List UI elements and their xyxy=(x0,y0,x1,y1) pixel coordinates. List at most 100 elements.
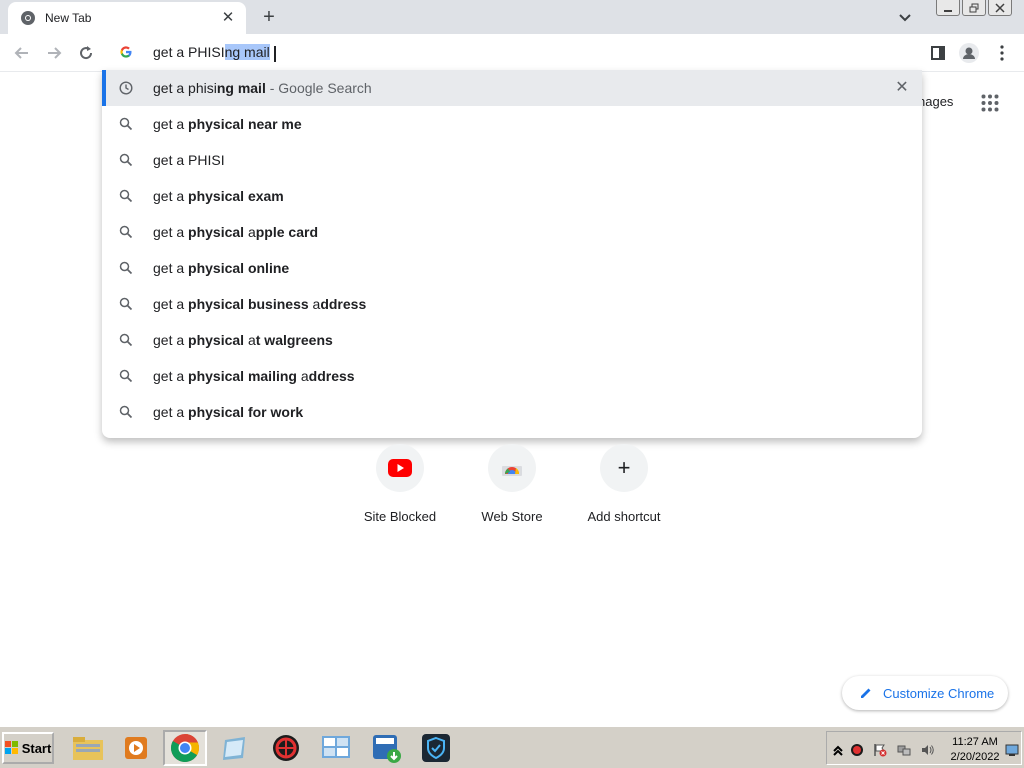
suggestion-text: get a physical online xyxy=(153,260,289,276)
taskbar-notepad[interactable] xyxy=(212,730,256,766)
search-icon xyxy=(119,405,133,419)
back-button[interactable] xyxy=(11,42,33,64)
suggestion-text-part: a xyxy=(308,296,321,312)
omnibox-suggestion[interactable]: get a physical apple card xyxy=(102,214,922,250)
suggestion-text: get a phising mail - Google Search xyxy=(153,80,372,96)
suggestion-text-part: a xyxy=(244,332,256,348)
minimize-icon xyxy=(944,9,952,12)
suggestion-text-part: get a xyxy=(153,188,189,204)
omnibox-input[interactable]: get a PHISIng mail xyxy=(153,44,270,60)
shortcut-label: Site Blocked xyxy=(363,509,437,524)
taskbar-chrome[interactable] xyxy=(163,730,207,766)
omnibox-suggestion[interactable]: get a physical mailing address xyxy=(102,358,922,394)
suggestion-text-part: physical xyxy=(188,332,245,348)
chevron-down-icon[interactable] xyxy=(894,6,916,28)
minimize-button[interactable] xyxy=(936,0,960,16)
clock-time: 11:27 AM xyxy=(952,736,998,748)
suggestion-text: get a physical mailing address xyxy=(153,368,355,384)
taskbar-explorer[interactable] xyxy=(66,730,110,766)
omnibox-suggestion[interactable]: get a physical at walgreens xyxy=(102,322,922,358)
volume-icon[interactable] xyxy=(921,743,935,757)
search-icon xyxy=(119,117,133,131)
tab-new-tab[interactable]: New Tab ✕ xyxy=(8,2,246,34)
shortcut-web-store[interactable]: Web Store xyxy=(468,444,556,524)
antivirus-tray-icon[interactable] xyxy=(850,743,864,757)
profile-button[interactable] xyxy=(958,42,980,64)
side-panel-button[interactable] xyxy=(927,42,949,64)
chrome-menu-button[interactable] xyxy=(991,42,1013,64)
more-vert-icon xyxy=(1000,45,1004,61)
shield-icon xyxy=(422,734,450,762)
shortcut-tile xyxy=(488,444,536,492)
chrome-web-store-icon xyxy=(502,466,522,476)
suggestion-description: - Google Search xyxy=(265,80,372,96)
remove-suggestion-icon[interactable]: ✕ xyxy=(894,80,910,96)
taskbar-control-panel[interactable] xyxy=(314,730,358,766)
show-desktop-icon[interactable] xyxy=(1005,743,1019,757)
suggestion-text-part: ddress xyxy=(320,296,367,312)
omnibox-suggestion[interactable]: get a physical business address xyxy=(102,286,922,322)
taskbar-media-player[interactable] xyxy=(114,730,158,766)
shortcuts-grid: Site Blocked Web Store + Add shortcut xyxy=(356,444,668,530)
suggestion-text-part: get a xyxy=(153,404,189,420)
omnibox-suggestion[interactable]: get a physical near me xyxy=(102,106,922,142)
customize-chrome-button[interactable]: Customize Chrome xyxy=(842,676,1008,710)
suggestion-text-part: get a xyxy=(153,116,189,132)
tab-title: New Tab xyxy=(45,11,92,25)
google-apps-icon[interactable] xyxy=(981,94,999,112)
plus-icon: + xyxy=(617,455,631,480)
omnibox-suggestion[interactable]: get a PHISI xyxy=(102,142,922,178)
restore-button[interactable] xyxy=(962,0,986,16)
notepad-icon xyxy=(223,737,245,760)
windows-taskbar: Start 11:27 AM 2/20/2022 xyxy=(0,726,1024,768)
window-controls xyxy=(934,0,1012,16)
suggestion-text-part: a xyxy=(244,224,256,240)
suggestion-text: get a PHISI xyxy=(153,152,225,168)
taskbar-iobit[interactable] xyxy=(364,730,408,766)
search-icon xyxy=(119,225,133,239)
start-label: Start xyxy=(21,740,52,756)
taskbar-clock[interactable]: 11:27 AM 2/20/2022 xyxy=(945,735,1005,765)
network-icon[interactable] xyxy=(897,743,911,757)
close-window-button[interactable] xyxy=(988,0,1012,16)
new-tab-button[interactable]: + xyxy=(258,6,280,28)
omnibox-suggestion[interactable]: get a phising mail - Google Search ✕ xyxy=(102,70,922,106)
images-link[interactable]: nages xyxy=(918,94,953,109)
suggestion-text-part: ng mail xyxy=(216,80,266,96)
tab-close-icon[interactable]: ✕ xyxy=(220,10,236,26)
chrome-icon xyxy=(171,734,199,762)
flag-alert-icon[interactable] xyxy=(873,743,887,757)
suggestion-text-part: physical for work xyxy=(188,404,304,420)
omnibox-suggestions-dropdown: get a phising mail - Google Search ✕ get a… xyxy=(102,70,922,438)
suggestion-text-part: get a xyxy=(153,332,189,348)
omnibox[interactable]: get a PHISIng mail xyxy=(102,35,922,71)
forward-button[interactable] xyxy=(43,42,65,64)
search-icon xyxy=(119,369,133,383)
suggestion-text-part: physical xyxy=(188,224,245,240)
shortcut-add[interactable]: + Add shortcut xyxy=(580,444,668,524)
omnibox-suggestion[interactable]: get a physical online xyxy=(102,250,922,286)
side-panel-icon xyxy=(931,46,945,60)
suggestion-text-part: pple card xyxy=(255,224,318,240)
suggestion-text: get a physical exam xyxy=(153,188,284,204)
customize-chrome-label: Customize Chrome xyxy=(883,685,995,701)
suggestion-text-part: physical near me xyxy=(188,116,302,132)
start-button[interactable]: Start xyxy=(2,732,54,764)
suggestion-text-part: get a xyxy=(153,260,189,276)
tab-strip: New Tab ✕ + xyxy=(0,0,1024,34)
arrow-right-icon xyxy=(48,47,62,59)
suggestion-text-part: t walgreens xyxy=(255,332,333,348)
reload-icon xyxy=(80,46,93,60)
close-icon xyxy=(995,2,1005,13)
omnibox-suggestion[interactable]: get a physical for work xyxy=(102,394,922,430)
google-g-icon xyxy=(120,46,132,58)
suggestion-text: get a physical at walgreens xyxy=(153,332,333,348)
chevron-up-icon[interactable] xyxy=(831,743,845,757)
shortcut-site-blocked[interactable]: Site Blocked xyxy=(356,444,444,524)
suggestion-text-part: physical exam xyxy=(188,188,284,204)
taskbar-vpn[interactable] xyxy=(414,730,458,766)
chrome-icon xyxy=(21,11,35,25)
omnibox-suggestion[interactable]: get a physical exam xyxy=(102,178,922,214)
reload-button[interactable] xyxy=(75,42,97,64)
taskbar-antivirus[interactable] xyxy=(264,730,308,766)
